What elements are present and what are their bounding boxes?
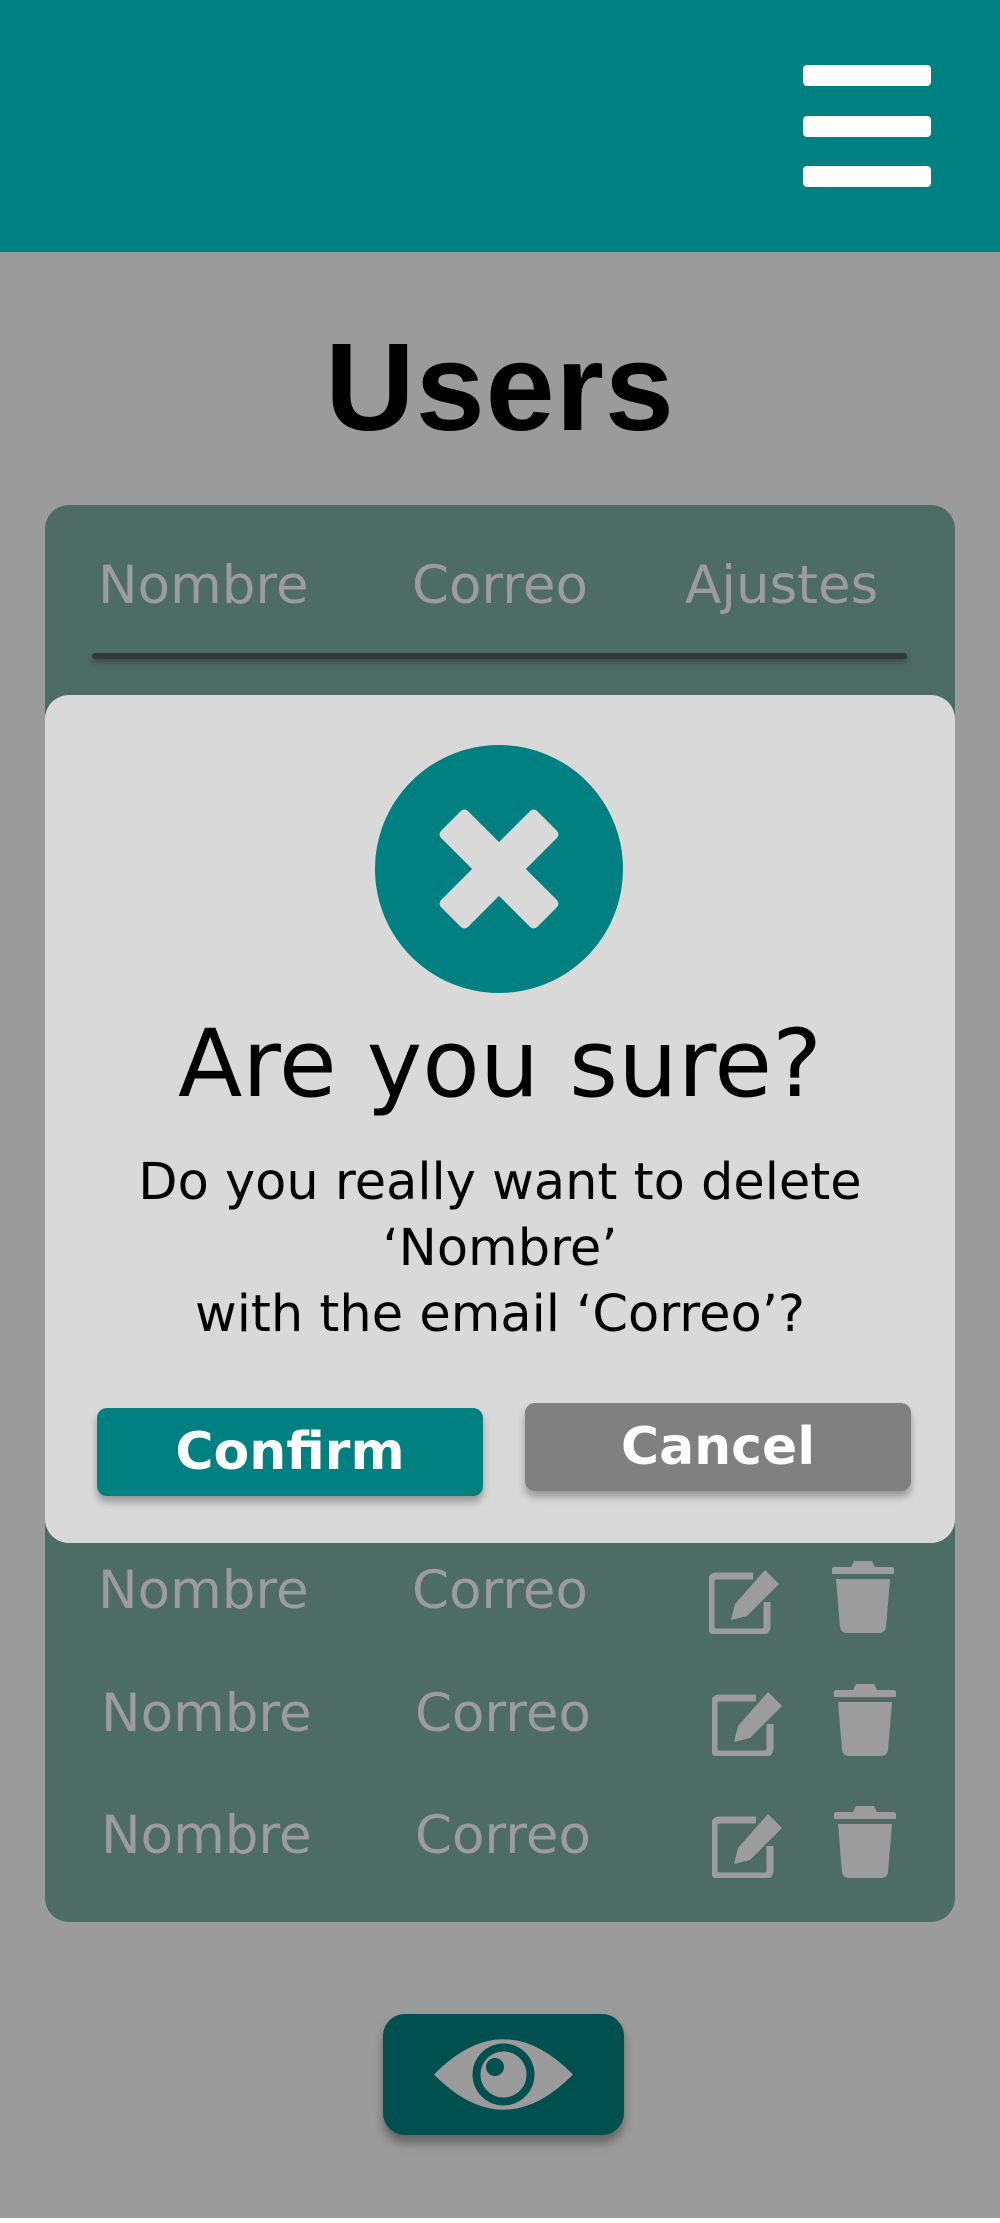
row-name-cell: Nombre [101, 1683, 312, 1744]
row-email-cell: Correo [412, 1560, 588, 1621]
row-email-cell: Correo [415, 1683, 591, 1744]
close-circle-icon [375, 745, 623, 993]
eye-icon [434, 2039, 573, 2110]
column-header-email: Correo [412, 555, 588, 616]
menu-line [803, 116, 931, 137]
column-header-settings: Ajustes [685, 555, 879, 616]
menu-line [803, 65, 931, 86]
edit-icon[interactable] [709, 1568, 781, 1634]
trash-icon[interactable] [834, 1684, 896, 1756]
hamburger-menu-icon[interactable] [803, 65, 931, 187]
row-email-cell: Correo [415, 1805, 591, 1866]
dialog-message-line: with the email ‘Correo’? [195, 1285, 805, 1344]
column-header-name: Nombre [98, 555, 309, 616]
bottom-edge [0, 2218, 1000, 2223]
top-app-bar [0, 0, 1000, 252]
menu-line [803, 166, 931, 187]
dialog-message-line: Do you really want to delete [138, 1153, 862, 1212]
trash-icon[interactable] [832, 1561, 894, 1633]
dialog-title: Are you sure? [177, 1010, 823, 1119]
cancel-button[interactable]: Cancel [525, 1403, 911, 1491]
header-divider [92, 653, 907, 659]
edit-icon[interactable] [712, 1812, 784, 1878]
edit-icon[interactable] [712, 1690, 784, 1756]
dialog-message-line: ‘Nombre’ [382, 1219, 618, 1278]
confirm-button[interactable]: Confirm [97, 1408, 483, 1496]
row-name-cell: Nombre [101, 1805, 312, 1866]
page-title: Users [325, 319, 675, 457]
row-name-cell: Nombre [98, 1560, 309, 1621]
view-button[interactable] [383, 2014, 624, 2135]
dialog-message: Do you really want to delete ‘Nombre’ wi… [90, 1150, 910, 1348]
trash-icon[interactable] [834, 1806, 896, 1878]
